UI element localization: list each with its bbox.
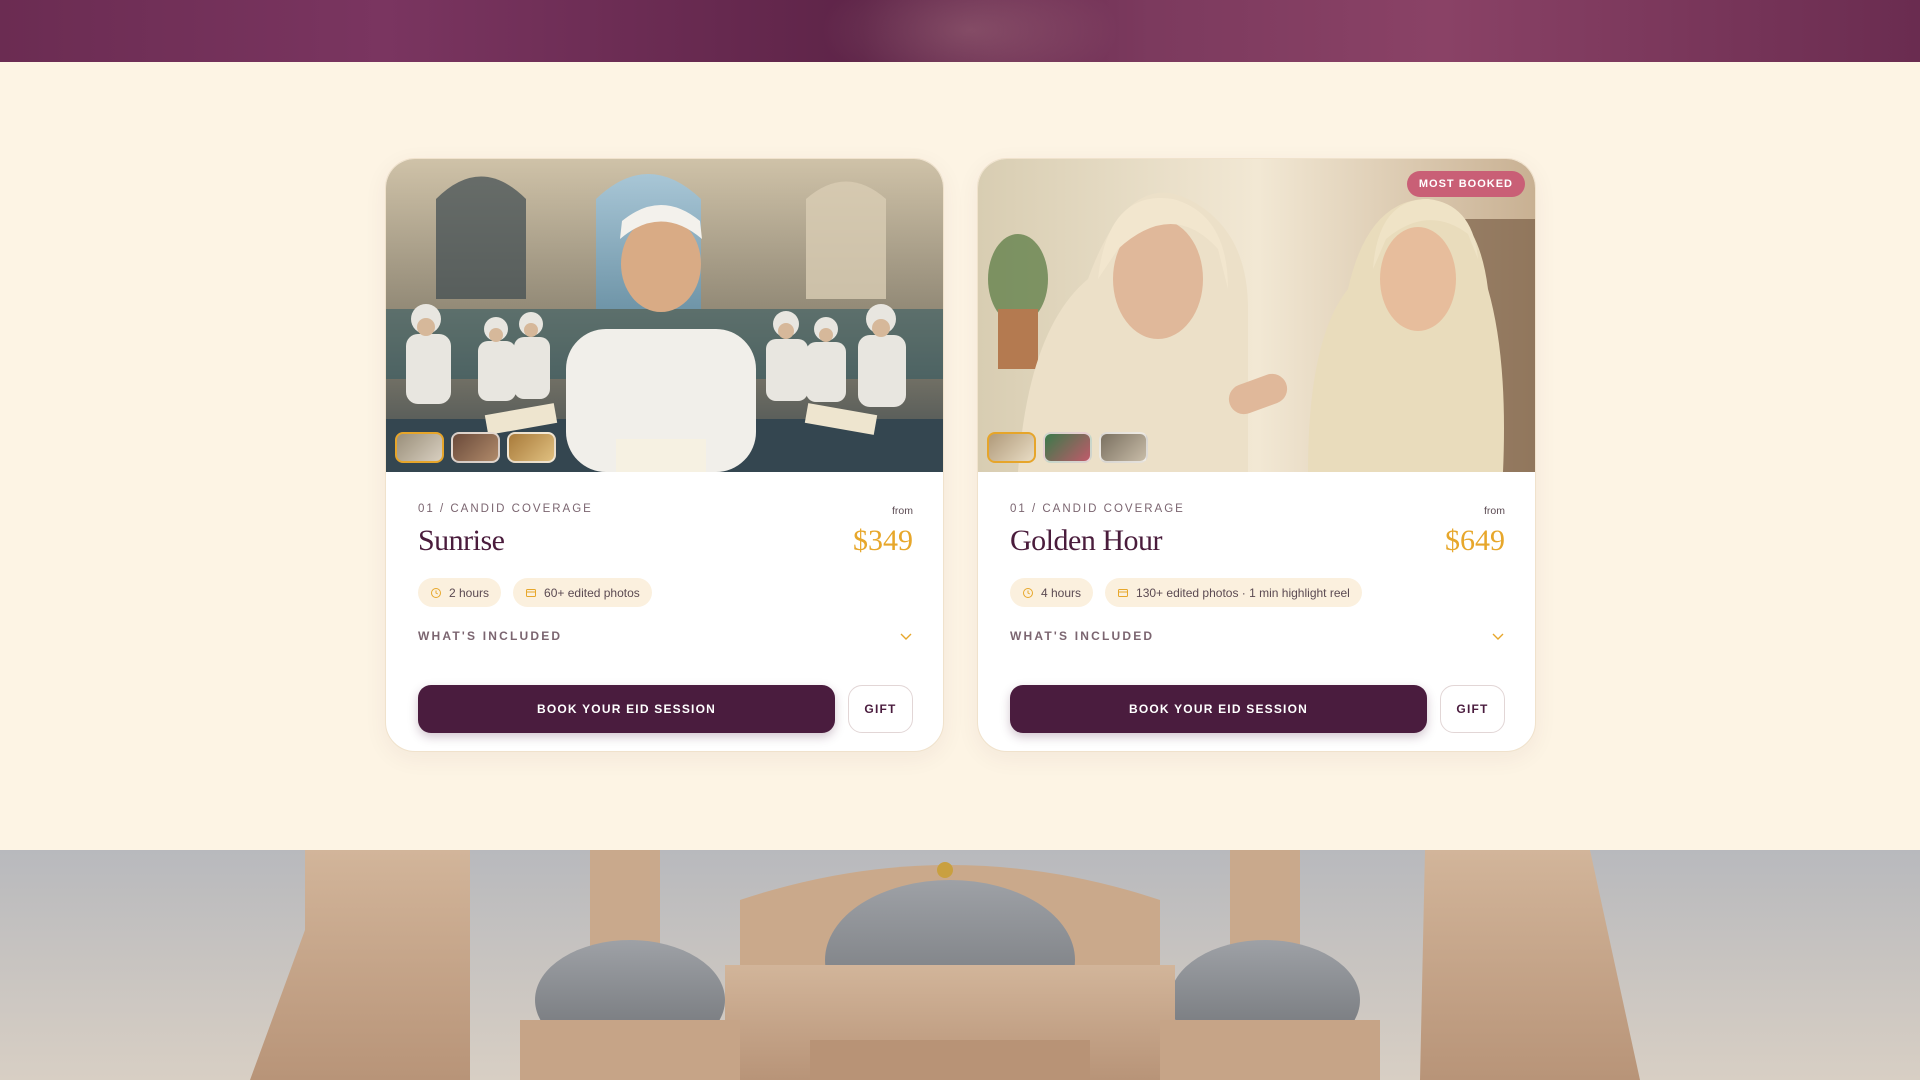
price-prefix: from — [1484, 505, 1505, 517]
chevron-down-icon — [1492, 633, 1504, 640]
thumbnail-strip — [987, 432, 1148, 463]
package-photo: MOST BOOKED — [978, 159, 1535, 472]
thumbnail-3[interactable] — [1099, 432, 1148, 463]
package-title: Golden Hour — [1010, 524, 1162, 557]
thumbnail-2[interactable] — [1043, 432, 1092, 463]
whats-included-label: WHAT'S INCLUDED — [1010, 629, 1155, 643]
chip-label: 60+ edited photos — [544, 585, 640, 600]
clock-icon — [431, 587, 441, 598]
grandmother-photo — [978, 159, 1535, 472]
mosque-interior-photo — [386, 159, 943, 472]
whats-included-toggle[interactable]: WHAT'S INCLUDED — [418, 624, 913, 648]
chevron-down-icon — [900, 633, 912, 640]
whats-included-toggle[interactable]: WHAT'S INCLUDED — [1010, 624, 1505, 648]
top-banner-image — [0, 0, 1920, 62]
package-price: $349 — [853, 524, 913, 557]
mosque-exterior-image — [0, 850, 1920, 1080]
thumbnail-1[interactable] — [987, 432, 1036, 463]
chip-label: 2 hours — [449, 585, 490, 600]
packages-section: 01 / CANDID COVERAGE Sunrise from $349 2… — [0, 62, 1920, 850]
photos-chip: 130+ edited photos · 1 min highlight ree… — [1105, 578, 1362, 607]
package-eyebrow: 01 / CANDID COVERAGE — [1010, 503, 1185, 515]
price-prefix: from — [892, 505, 913, 517]
most-booked-badge: MOST BOOKED — [1406, 171, 1525, 197]
photo-icon — [1118, 588, 1129, 597]
package-eyebrow: 01 / CANDID COVERAGE — [418, 503, 593, 515]
photos-chip: 60+ edited photos — [513, 578, 652, 607]
clock-icon — [1023, 587, 1033, 598]
whats-included-label: WHAT'S INCLUDED — [418, 629, 563, 643]
package-card-sunrise: 01 / CANDID COVERAGE Sunrise from $349 2… — [385, 158, 944, 752]
photo-icon — [526, 588, 537, 597]
duration-chip: 2 hours — [418, 578, 502, 607]
thumbnail-3[interactable] — [507, 432, 556, 463]
package-title: Sunrise — [418, 524, 505, 557]
thumbnail-strip — [395, 432, 556, 463]
gift-button[interactable]: GIFT — [848, 685, 913, 733]
thumbnail-2[interactable] — [451, 432, 500, 463]
thumbnail-1[interactable] — [395, 432, 444, 463]
chip-label: 4 hours — [1041, 585, 1082, 600]
chip-label: 130+ edited photos · 1 min highlight ree… — [1136, 585, 1350, 600]
duration-chip: 4 hours — [1010, 578, 1094, 607]
package-price: $649 — [1445, 524, 1505, 557]
gift-button[interactable]: GIFT — [1440, 685, 1505, 733]
mosque-illustration — [0, 850, 1920, 1080]
book-session-button[interactable]: BOOK YOUR EID SESSION — [418, 685, 835, 733]
package-photo — [386, 159, 943, 472]
package-card-golden-hour: MOST BOOKED 01 / CANDID COVERAGE Golden … — [977, 158, 1536, 752]
book-session-button[interactable]: BOOK YOUR EID SESSION — [1010, 685, 1427, 733]
